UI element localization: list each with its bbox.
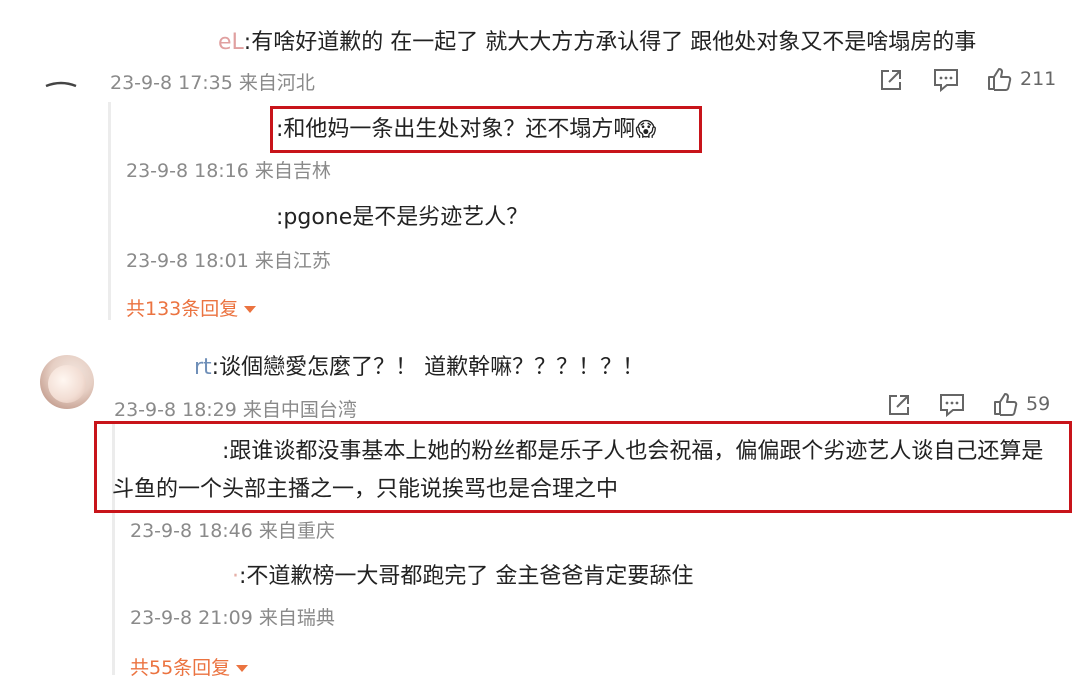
- more-replies-2[interactable]: 共55条回复: [130, 653, 249, 680]
- comment-icon: [940, 394, 964, 418]
- reply-2-2-meta: 23-9-8 21:09 来自瑞典: [130, 607, 335, 629]
- reply-2-2: ·:不道歉榜一大哥都跑完了 金主爸爸肯定要舔住: [232, 562, 693, 592]
- reply-1-1-meta: 23-9-8 18:16 来自吉林: [126, 160, 331, 182]
- comment-2-text: :谈個戀愛怎麼了？！ 道歉幹嘛？？？！？！: [211, 355, 645, 380]
- moon-image: [48, 365, 86, 403]
- like-button-2[interactable]: 59: [992, 391, 1050, 417]
- reply-2-2-username[interactable]: ·: [232, 564, 239, 589]
- comment-button-2[interactable]: [938, 392, 966, 418]
- comment-2-meta: 23-9-8 18:29 来自中国台湾: [114, 399, 357, 421]
- reply-1-2: :pgone是不是劣迹艺人？: [276, 205, 529, 230]
- comment-1-username[interactable]: eL: [218, 30, 244, 55]
- like-count-1: 211: [1020, 68, 1057, 90]
- comment-2: rt:谈個戀愛怎麼了？！ 道歉幹嘛？？？！？！ 23-9-8 18:29 来自中…: [0, 335, 1080, 681]
- more-replies-1[interactable]: 共133条回复: [126, 294, 257, 321]
- comment-1-text: :有啥好道歉的 在一起了 就大大方方承认得了 跟他处对象又不是啥塌房的事: [243, 30, 977, 55]
- reply-2-2-text: :不道歉榜一大哥都跑完了 金主爸爸肯定要舔住: [239, 564, 694, 589]
- reply-1-1: :和他妈一条出生处对象？还不塌方啊😱: [276, 114, 656, 145]
- comment-2-body: rt:谈個戀愛怎麼了？！ 道歉幹嘛？？？！？！: [194, 353, 644, 383]
- reply-2-1-line1: :跟谁谈都没事基本上她的粉丝都是乐子人也会祝福，偏偏跟个劣迹艺人谈自己还算是: [222, 439, 1044, 464]
- thumbs-up-icon: [988, 68, 1012, 91]
- thumbs-up-icon: [994, 393, 1018, 416]
- comment-button-1[interactable]: [932, 67, 960, 93]
- share-icon: [881, 70, 901, 90]
- reply-2-1-line2: 斗鱼的一个头部主播之一，只能说挨骂也是合理之中: [112, 477, 619, 502]
- caret-down-icon: [244, 306, 257, 313]
- comment-1: eL:有啥好道歉的 在一起了 就大大方方承认得了 跟他处对象又不是啥塌房的事 2…: [0, 0, 1080, 330]
- like-count-2: 59: [1026, 393, 1051, 415]
- avatar-1[interactable]: [44, 74, 78, 88]
- reply-2-1-meta: 23-9-8 18:46 来自重庆: [130, 520, 335, 542]
- reply-1-2-meta: 23-9-8 18:01 来自江苏: [126, 250, 331, 272]
- reply-1-1-text: :和他妈一条出生处对象？还不塌方啊: [276, 117, 636, 142]
- avatar-2[interactable]: [40, 355, 94, 409]
- more-replies-2-label: 共55条回复: [130, 657, 231, 679]
- scream-emoji: 😱: [635, 117, 657, 141]
- comment-icon: [934, 69, 958, 93]
- share-button-1[interactable]: [878, 67, 904, 93]
- share-icon: [889, 395, 909, 415]
- comment-1-body: eL:有啥好道歉的 在一起了 就大大方方承认得了 跟他处对象又不是啥塌房的事: [218, 28, 976, 58]
- more-replies-1-label: 共133条回复: [126, 298, 239, 320]
- like-button-1[interactable]: 211: [986, 66, 1056, 92]
- comment-1-meta: 23-9-8 17:35 来自河北: [110, 72, 315, 94]
- comment-2-username[interactable]: rt: [194, 355, 212, 380]
- caret-down-icon: [236, 665, 249, 672]
- share-button-2[interactable]: [886, 392, 912, 418]
